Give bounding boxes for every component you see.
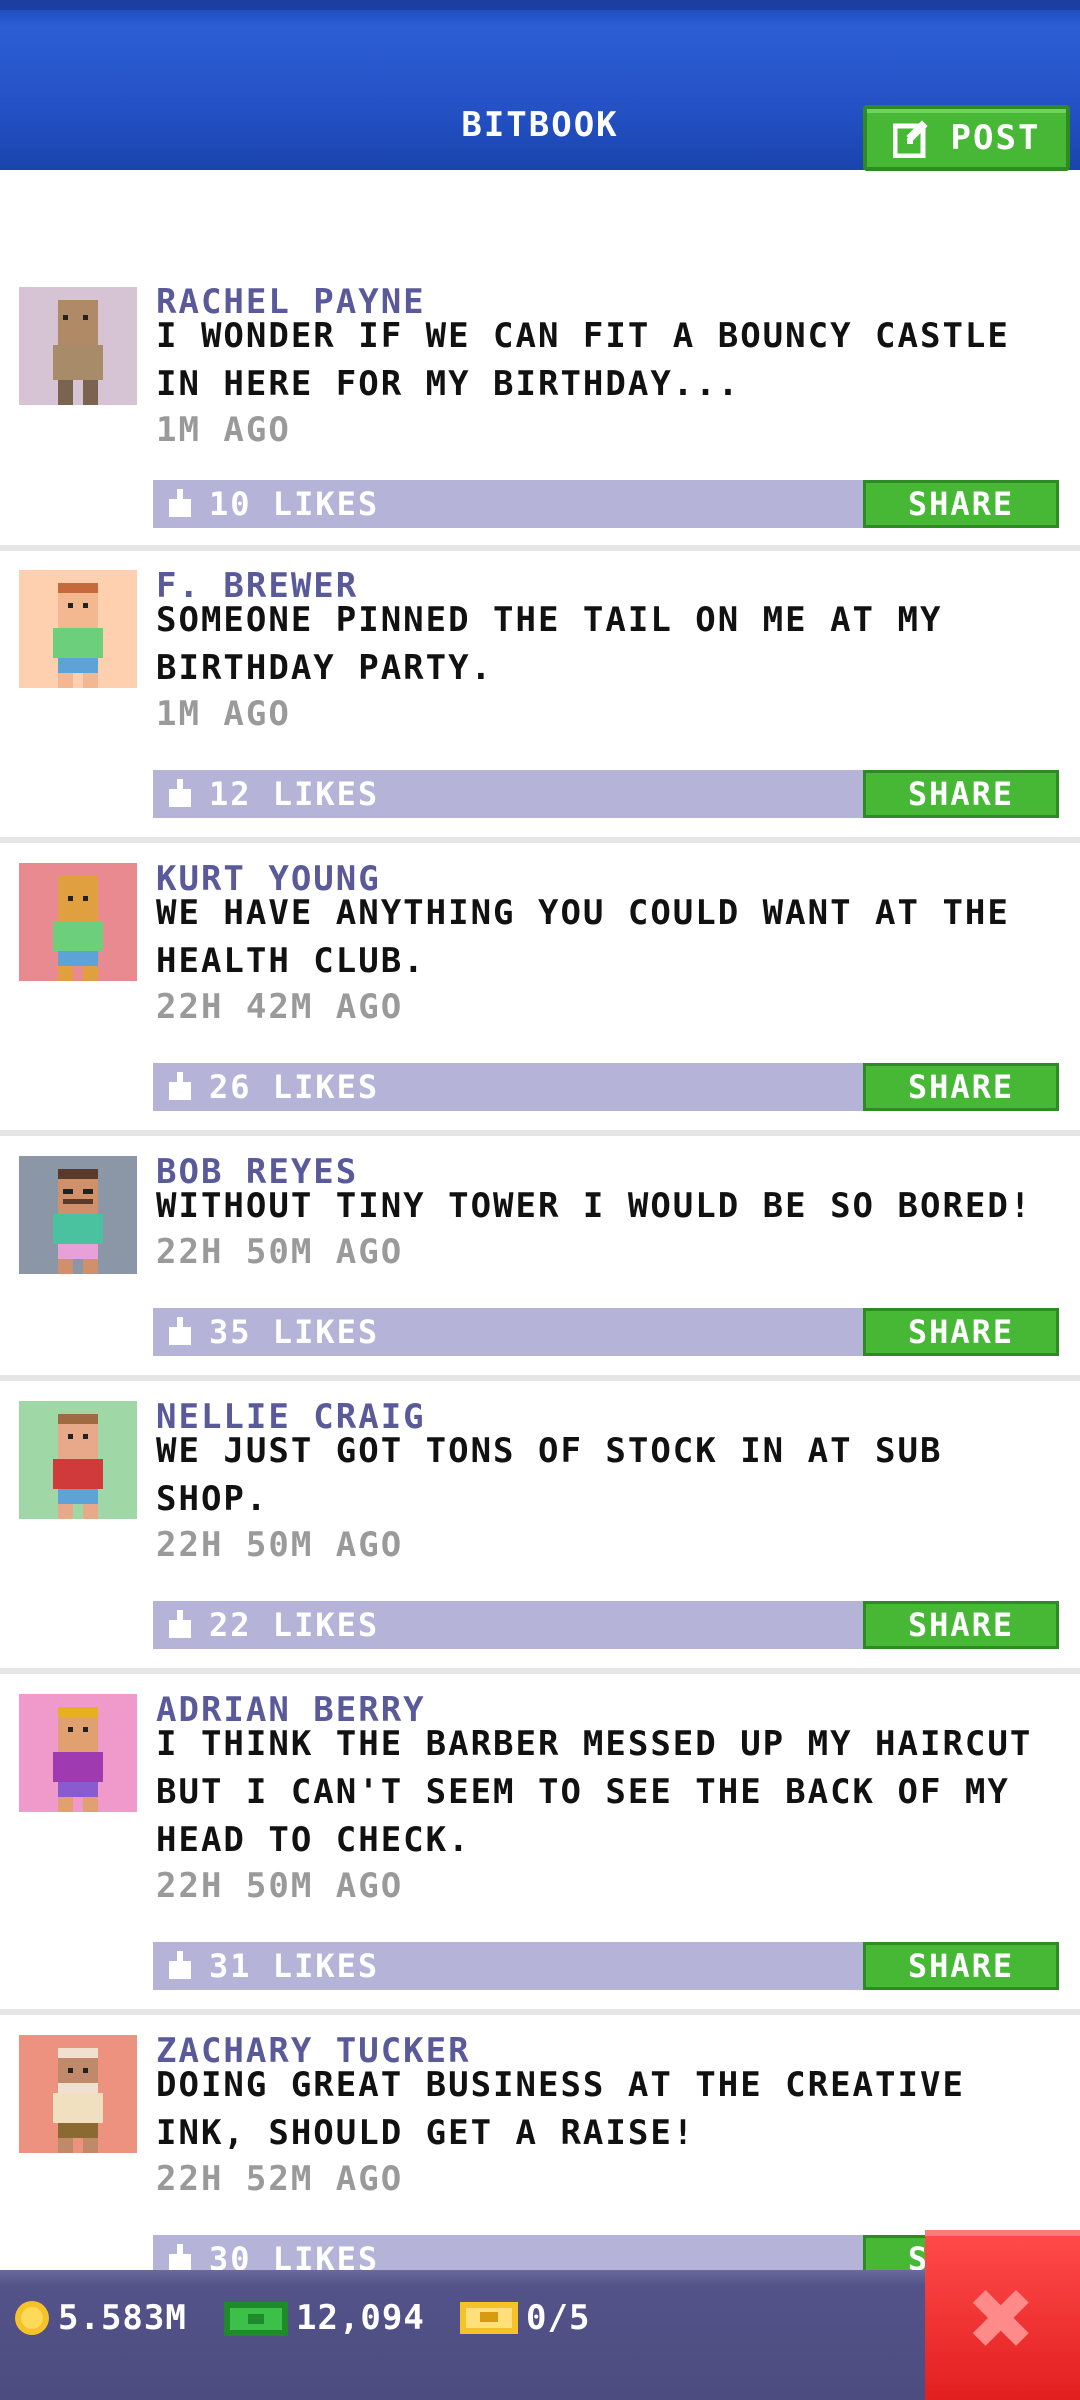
share-button[interactable]: SHARE	[863, 1942, 1059, 1990]
post-time: 22H 50M AGO	[156, 1866, 404, 1906]
feed-post: NELLIE CRAIG WE JUST GOT TONS OF STOCK I…	[0, 1387, 1080, 1674]
post-text: WE JUST GOT TONS OF STOCK IN AT SUB SHOP…	[156, 1431, 943, 1519]
post-time: 22H 50M AGO	[156, 1525, 404, 1565]
feed-post: ADRIAN BERRY I THINK THE BARBER MESSED U…	[0, 1680, 1080, 2015]
avatar	[19, 1156, 137, 1274]
tickets-counter: 0/5	[458, 2298, 590, 2338]
coins-value: 5.583M	[58, 2298, 187, 2338]
like-count: 22 LIKES	[209, 1606, 380, 1644]
bux-value: 12,094	[296, 2298, 425, 2338]
thumbs-up-icon[interactable]	[167, 1951, 195, 1981]
like-bar: 31 LIKES SHARE	[153, 1942, 1059, 1990]
post-time: 22H 50M AGO	[156, 1232, 404, 1272]
like-count: 12 LIKES	[209, 775, 380, 813]
feed-post: RACHEL PAYNE I WONDER IF WE CAN FIT A BO…	[0, 266, 1080, 551]
coins-counter: 5.583M	[12, 2298, 187, 2338]
post-text: WE HAVE ANYTHING YOU COULD WANT AT THE H…	[156, 893, 1010, 981]
avatar	[19, 2035, 137, 2153]
post-text: I WONDER IF WE CAN FIT A BOUNCY CASTLE I…	[156, 316, 1010, 404]
like-bar: 30 LIKES SHARE	[153, 2235, 1059, 2270]
bux-counter: 12,094	[222, 2298, 425, 2338]
like-count: 30 LIKES	[209, 2240, 380, 2270]
thumbs-up-icon[interactable]	[167, 2244, 195, 2270]
avatar	[19, 287, 137, 405]
post-time: 22H 42M AGO	[156, 987, 404, 1027]
post-text: WITHOUT TINY TOWER I WOULD BE SO BORED!	[156, 1186, 1033, 1226]
status-bar: 5.583M 12,094 0/5	[0, 2270, 1080, 2400]
feed-list[interactable]: RACHEL PAYNE I WONDER IF WE CAN FIT A BO…	[0, 170, 1080, 2270]
like-bar: 22 LIKES SHARE	[153, 1601, 1059, 1649]
like-bar: 35 LIKES SHARE	[153, 1308, 1059, 1356]
feed-post: F. BREWER SOMEONE PINNED THE TAIL ON ME …	[0, 556, 1080, 843]
post-button[interactable]: POST	[863, 105, 1070, 171]
share-button[interactable]: SHARE	[863, 1601, 1059, 1649]
feed-post: ZACHARY TUCKER DOING GREAT BUSINESS AT T…	[0, 2021, 1080, 2270]
share-button[interactable]: SHARE	[863, 1308, 1059, 1356]
feed-post: KURT YOUNG WE HAVE ANYTHING YOU COULD WA…	[0, 849, 1080, 1136]
share-button[interactable]: SHARE	[863, 1063, 1059, 1111]
share-button[interactable]: SHARE	[863, 480, 1059, 528]
post-text: DOING GREAT BUSINESS AT THE CREATIVE INK…	[156, 2065, 965, 2153]
avatar	[19, 570, 137, 688]
post-text: SOMEONE PINNED THE TAIL ON ME AT MY BIRT…	[156, 600, 943, 688]
thumbs-up-icon[interactable]	[167, 1610, 195, 1640]
feed-post: BOB REYES WITHOUT TINY TOWER I WOULD BE …	[0, 1142, 1080, 1381]
close-icon: ✖	[969, 2254, 1036, 2382]
avatar	[19, 863, 137, 981]
bux-icon	[224, 2302, 288, 2336]
share-button[interactable]: SHARE	[863, 770, 1059, 818]
like-bar: 10 LIKES SHARE	[153, 480, 1059, 528]
post-button-label: POST	[950, 118, 1041, 158]
like-count: 26 LIKES	[209, 1068, 380, 1106]
avatar	[19, 1401, 137, 1519]
thumbs-up-icon[interactable]	[167, 779, 195, 809]
like-bar: 12 LIKES SHARE	[153, 770, 1059, 818]
post-time: 1M AGO	[156, 410, 291, 450]
post-time: 1M AGO	[156, 694, 291, 734]
post-text: I THINK THE BARBER MESSED UP MY HAIRCUT …	[156, 1724, 1033, 1860]
post-time: 22H 52M AGO	[156, 2159, 404, 2199]
app-header: BITBOOK POST	[0, 0, 1080, 171]
tickets-value: 0/5	[526, 2298, 591, 2338]
like-count: 35 LIKES	[209, 1313, 380, 1351]
coin-icon	[15, 2301, 49, 2335]
like-count: 31 LIKES	[209, 1947, 380, 1985]
ticket-icon	[460, 2302, 518, 2334]
like-bar: 26 LIKES SHARE	[153, 1063, 1059, 1111]
like-count: 10 LIKES	[209, 485, 380, 523]
thumbs-up-icon[interactable]	[167, 1072, 195, 1102]
edit-icon	[892, 120, 928, 158]
thumbs-up-icon[interactable]	[167, 489, 195, 519]
close-button[interactable]: ✖	[925, 2230, 1080, 2400]
avatar	[19, 1694, 137, 1812]
thumbs-up-icon[interactable]	[167, 1317, 195, 1347]
